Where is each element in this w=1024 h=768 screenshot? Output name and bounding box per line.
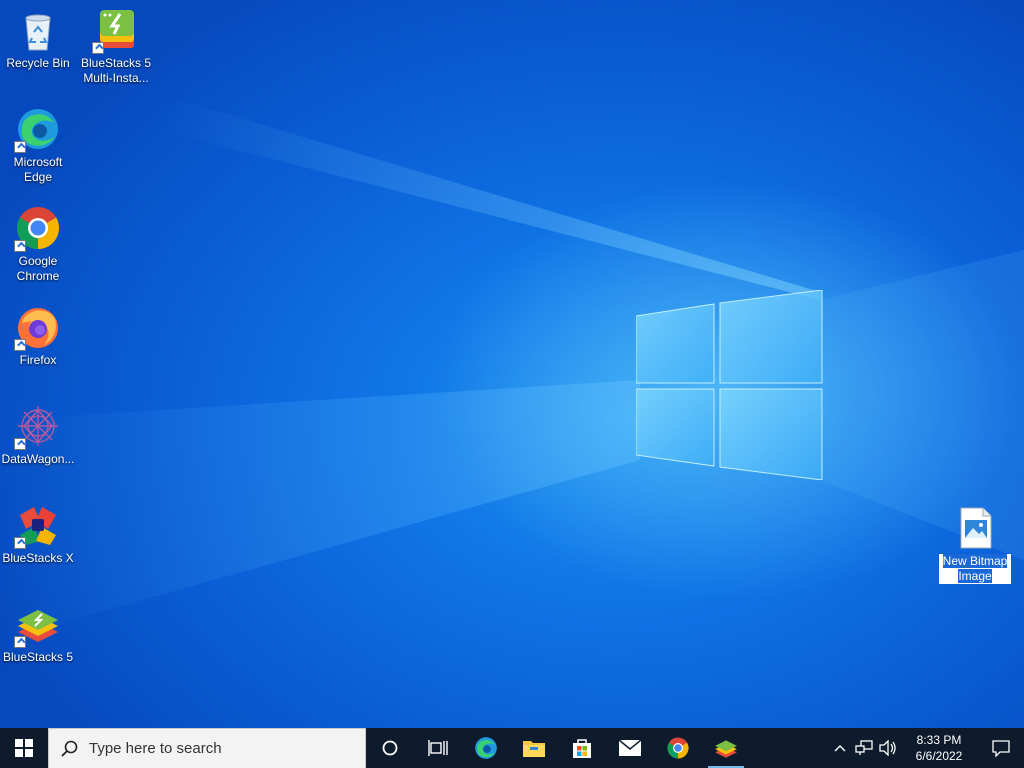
- chevron-up-icon: [834, 745, 846, 752]
- desktop-icon-bluestacks-x[interactable]: BlueStacks X: [0, 497, 76, 566]
- notification-icon: [992, 740, 1010, 757]
- desktop-icon-label: BlueStacks 5 Multi-Insta...: [80, 56, 152, 85]
- windows-logo-wallpaper: [636, 290, 823, 480]
- action-center-button[interactable]: [978, 728, 1024, 768]
- desktop[interactable]: Recycle Bin BlueStacks 5 Multi-Insta...: [0, 0, 1024, 728]
- file-explorer-icon: [523, 741, 545, 757]
- desktop-icon-new-bitmap-image[interactable]: New Bitmap Image: [937, 500, 1013, 585]
- task-view-icon: [428, 740, 448, 756]
- desktop-icon-label: BlueStacks X: [2, 551, 74, 565]
- chrome-icon: [14, 204, 62, 252]
- desktop-icon-label: BlueStacks 5: [2, 650, 74, 664]
- taskbar-edge-button[interactable]: [462, 728, 510, 768]
- mail-icon: [618, 739, 642, 756]
- taskbar-bluestacks-button[interactable]: [702, 728, 750, 768]
- task-view-button[interactable]: [414, 728, 462, 768]
- taskbar-file-explorer-button[interactable]: [510, 728, 558, 768]
- datawagon-icon: [14, 402, 62, 450]
- shortcut-arrow-icon: [14, 636, 26, 648]
- system-tray: 8:33 PM 6/6/2022: [828, 728, 1024, 768]
- desktop-icon-chrome[interactable]: Google Chrome: [0, 200, 76, 284]
- wallpaper-light-beams: [0, 100, 1024, 640]
- bluestacks-icon: [715, 740, 737, 758]
- taskbar-chrome-button[interactable]: [654, 728, 702, 768]
- shortcut-arrow-icon: [14, 438, 26, 450]
- taskbar: Type here to search 8:33 PM 6/6/2022: [0, 728, 1024, 768]
- clock-date: 6/6/2022: [915, 749, 963, 763]
- desktop-icon-bluestacks-multi-instance[interactable]: BlueStacks 5 Multi-Insta...: [78, 2, 154, 86]
- search-icon: [61, 740, 78, 757]
- desktop-icon-label: Microsoft Edge: [13, 155, 63, 184]
- firefox-icon: [14, 303, 62, 351]
- taskbar-mail-button[interactable]: [606, 728, 654, 768]
- start-button[interactable]: [0, 728, 48, 768]
- recycle-bin-icon: [14, 6, 62, 54]
- desktop-icon-edge[interactable]: Microsoft Edge: [0, 101, 76, 185]
- windows-start-icon: [15, 739, 33, 757]
- cortana-icon: [382, 740, 398, 756]
- desktop-icon-recycle-bin[interactable]: Recycle Bin: [0, 2, 76, 71]
- network-button[interactable]: [852, 728, 876, 768]
- store-icon: [573, 739, 591, 758]
- edge-icon: [14, 105, 62, 153]
- network-icon: [855, 740, 873, 755]
- bluestacks-multi-instance-icon: [92, 6, 140, 54]
- search-placeholder: Type here to search: [89, 740, 222, 757]
- desktop-icon-datawagon[interactable]: DataWagon...: [0, 398, 76, 467]
- rename-text-field[interactable]: New Bitmap Image: [938, 553, 1012, 585]
- show-hidden-icons-button[interactable]: [828, 728, 852, 768]
- desktop-icon-label: Google Chrome: [16, 254, 60, 283]
- desktop-icon-firefox[interactable]: Firefox: [0, 299, 76, 368]
- desktop-icon-label: Recycle Bin: [6, 56, 70, 70]
- clock-time: 8:33 PM: [916, 733, 962, 747]
- bluestacks-x-icon: [14, 501, 62, 549]
- speaker-icon: [879, 740, 896, 756]
- edge-icon: [475, 737, 497, 759]
- shortcut-arrow-icon: [14, 240, 26, 252]
- shortcut-arrow-icon: [14, 141, 26, 153]
- cortana-button[interactable]: [366, 728, 414, 768]
- desktop-icon-bluestacks-5[interactable]: BlueStacks 5: [0, 596, 76, 665]
- taskbar-search-box[interactable]: Type here to search: [48, 728, 366, 768]
- desktop-icon-label: Firefox: [19, 353, 57, 367]
- chrome-icon: [667, 737, 689, 759]
- bitmap-image-icon: [951, 504, 999, 552]
- desktop-icon-label: DataWagon...: [1, 452, 75, 466]
- shortcut-arrow-icon: [14, 537, 26, 549]
- bluestacks-icon: [14, 600, 62, 648]
- taskbar-store-button[interactable]: [558, 728, 606, 768]
- shortcut-arrow-icon: [92, 42, 104, 54]
- volume-button[interactable]: [876, 728, 900, 768]
- shortcut-arrow-icon: [14, 339, 26, 351]
- taskbar-clock[interactable]: 8:33 PM 6/6/2022: [900, 732, 978, 764]
